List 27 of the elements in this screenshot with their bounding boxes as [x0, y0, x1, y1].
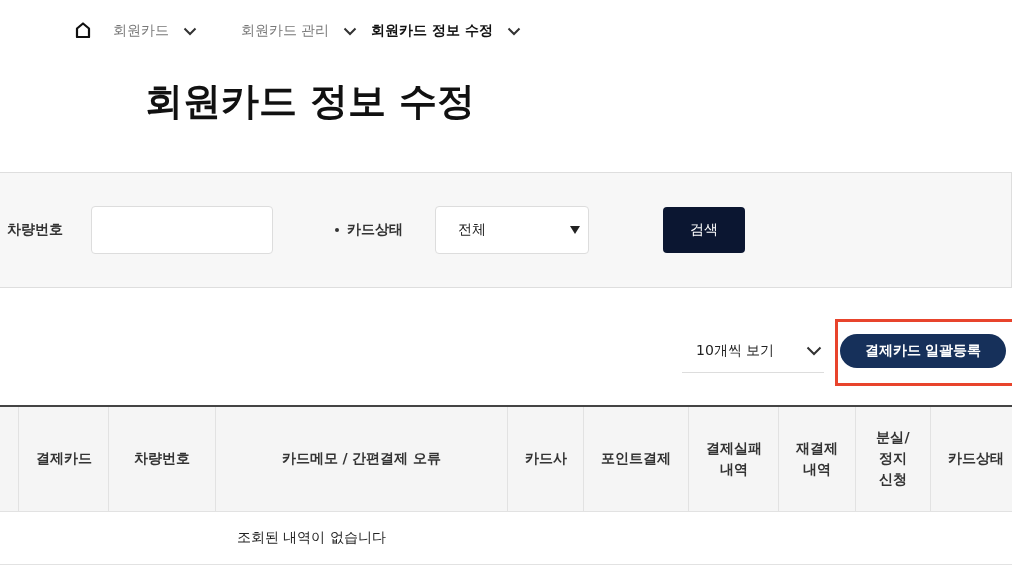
column-header: 분실/ 정지 신청: [855, 406, 931, 511]
breadcrumb-link[interactable]: 회원카드 정보 수정: [371, 22, 494, 40]
column-header: 결제실패 내역: [688, 406, 779, 511]
breadcrumb-link[interactable]: 회원카드: [113, 22, 169, 40]
column-header: 결제카드: [18, 406, 109, 511]
column-header: 재결제 내역: [778, 406, 856, 511]
field-label: 카드상태: [347, 221, 403, 239]
breadcrumb-link[interactable]: 회원카드 관리: [241, 22, 330, 40]
chevron-icon[interactable]: [343, 26, 358, 36]
empty-message: 조회된 내역이 없습니다: [237, 528, 386, 545]
input-field[interactable]: [91, 206, 273, 254]
search-button[interactable]: 검색: [663, 207, 745, 253]
chevron-icon[interactable]: [183, 26, 197, 36]
column-header: 차량번호: [108, 406, 216, 511]
column-header: 포인트결제: [583, 406, 689, 511]
status-select[interactable]: 전체: [435, 206, 589, 254]
bulk-register-button[interactable]: 결제카드 일괄등록: [840, 334, 1006, 368]
column-header: 카드사: [507, 406, 584, 511]
chevron-icon[interactable]: [507, 26, 522, 36]
column-header: 카드메모 / 간편결제 오류: [215, 406, 508, 511]
column-header: 카드상태: [930, 406, 1012, 511]
page-size-select[interactable]: 10개씩 보기: [682, 329, 824, 373]
page-title: 회원카드 정보 수정: [145, 78, 477, 125]
triangle-icon: [570, 226, 580, 234]
field-label: 차량번호: [7, 221, 63, 239]
chevron-icon: [806, 345, 822, 356]
home-icon[interactable]: [75, 22, 91, 38]
